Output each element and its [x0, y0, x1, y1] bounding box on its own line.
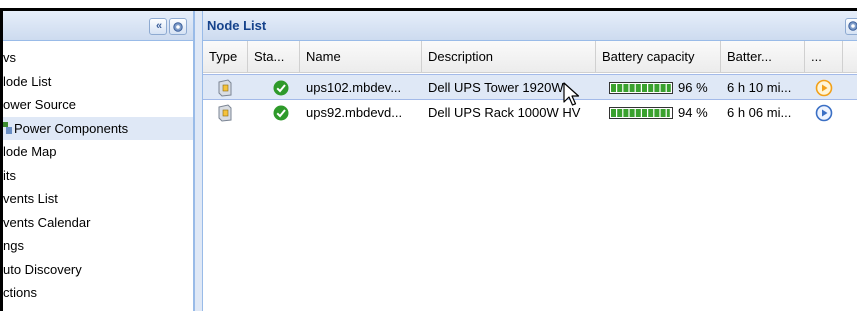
- column-header-description[interactable]: Description: [422, 41, 596, 72]
- column-header-status[interactable]: Sta...: [248, 41, 300, 72]
- power-components-icon: [3, 121, 12, 134]
- status-ok-icon: [273, 80, 289, 96]
- nav-item-label: vents Calendar: [3, 214, 91, 230]
- top-margin: [0, 0, 857, 8]
- column-header-label: Sta...: [254, 49, 285, 64]
- nav-item-label: its: [3, 167, 16, 183]
- nav-item-node-list[interactable]: lode List: [3, 70, 193, 94]
- column-header-label: Battery capacity: [602, 49, 695, 64]
- nav-item-settings[interactable]: ngs: [3, 234, 193, 258]
- nav-item-label: vs: [3, 50, 16, 65]
- panel-title: Node List: [207, 18, 267, 33]
- column-header-battery-capacity[interactable]: Battery capacity: [596, 41, 721, 72]
- panel-splitter[interactable]: [194, 11, 203, 311]
- column-header-battery-time[interactable]: Batter...: [721, 41, 805, 72]
- column-header-label: Type: [209, 49, 238, 64]
- nav-item-label: uto Discovery: [3, 261, 82, 277]
- nav-item-label: vents List: [3, 191, 58, 206]
- battery-level-bar: [609, 107, 673, 119]
- nav-item-label: ngs: [3, 238, 24, 253]
- battery-capacity-value: 94 %: [678, 105, 708, 120]
- nav-item-actions[interactable]: ctions: [3, 281, 193, 305]
- battery-level-bar: [609, 82, 673, 94]
- gear-icon: [848, 21, 857, 31]
- double-chevron-left-icon: «: [155, 20, 162, 32]
- status-ok-icon: [273, 105, 289, 121]
- nav-item-label: ctions: [3, 285, 37, 300]
- battery-capacity-value: 96 %: [678, 80, 708, 95]
- nav-item-power-source[interactable]: ower Source: [3, 93, 193, 117]
- column-header-label: Batter...: [727, 49, 772, 64]
- column-header-label: ...: [811, 49, 822, 64]
- node-name-cell: ups102.mbdev...: [306, 80, 402, 95]
- column-header-actions[interactable]: ...: [805, 41, 843, 72]
- ups-device-icon: [218, 79, 232, 97]
- column-header-label: Description: [428, 49, 494, 64]
- nav-item-label: lode Map: [3, 144, 57, 159]
- column-header-type[interactable]: Type: [203, 41, 248, 72]
- nav-item-node-map[interactable]: lode Map: [3, 140, 193, 164]
- nav-item-events-list[interactable]: vents List: [3, 187, 193, 211]
- nav-item-events[interactable]: its: [3, 164, 193, 188]
- node-list-header: Node List: [203, 11, 857, 41]
- navigation-panel: « vs lode List ower Source Power Compone…: [3, 11, 194, 311]
- table-row[interactable]: ups102.mbdev... Dell UPS Tower 1920W... …: [203, 74, 857, 100]
- nav-item-events-calendar[interactable]: vents Calendar: [3, 211, 193, 235]
- battery-time-cell: 6 h 10 mi...: [727, 80, 792, 95]
- mouse-cursor-icon: [563, 82, 580, 106]
- column-header-label: Name: [306, 49, 341, 64]
- battery-time-cell: 6 h 06 mi...: [727, 105, 792, 120]
- nav-item-views[interactable]: vs: [3, 46, 193, 70]
- grid-header: Type Sta... Name Description Battery cap…: [203, 41, 857, 73]
- column-header-name[interactable]: Name: [300, 41, 422, 72]
- panel-settings-button[interactable]: [169, 18, 187, 35]
- collapse-panel-button[interactable]: «: [149, 18, 167, 35]
- nav-item-power-components[interactable]: Power Components: [3, 116, 193, 140]
- play-action-icon[interactable]: [815, 104, 833, 122]
- ups-device-icon: [218, 104, 232, 122]
- gear-icon: [173, 21, 183, 32]
- nav-item-label: Power Components: [14, 120, 129, 136]
- node-list-panel: Node List Type Sta... Name Description B…: [203, 11, 857, 311]
- play-action-icon[interactable]: [815, 79, 833, 97]
- table-row[interactable]: ups92.mbdevd... Dell UPS Rack 1000W HV 9…: [203, 100, 857, 126]
- nav-item-label: ower Source: [3, 97, 76, 112]
- panel-settings-button[interactable]: [845, 18, 857, 35]
- navigation-tree: vs lode List ower Source Power Component…: [3, 46, 193, 305]
- navigation-panel-header: «: [3, 11, 193, 41]
- nav-item-label: lode List: [3, 73, 52, 89]
- node-name-cell: ups92.mbdevd...: [306, 105, 403, 120]
- nav-item-auto-discovery[interactable]: uto Discovery: [3, 258, 193, 282]
